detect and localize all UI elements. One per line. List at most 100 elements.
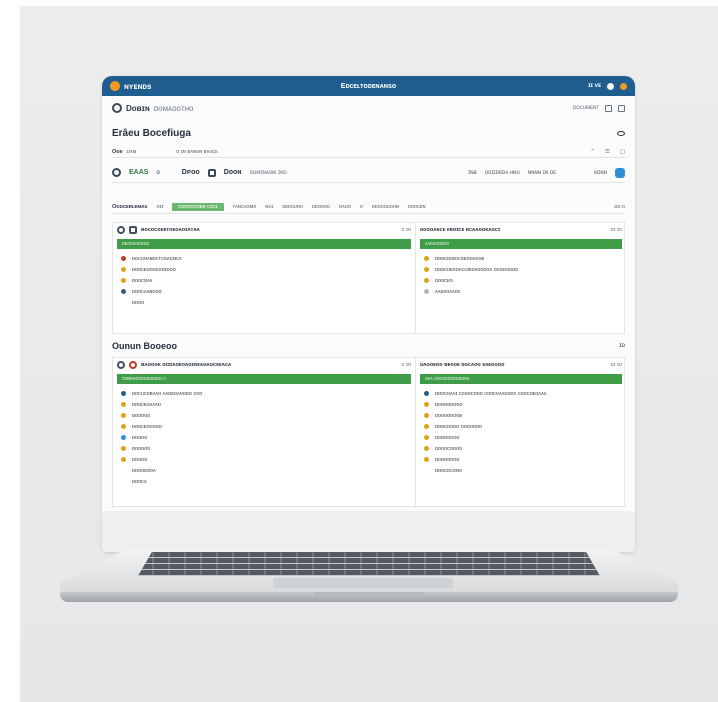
- list-item-label: ᴅᴏᴏᴄᴀ: [132, 478, 147, 485]
- list-item[interactable]: ᴅᴏᴏᴄᴏᴏɪᴏᴄᴏᴇᴏᴏᴀᴏᴏᴇ: [424, 253, 618, 264]
- status-dot-icon: [121, 256, 126, 261]
- tab-7[interactable]: ᴅᴀᴏᴏ: [339, 204, 351, 210]
- list-item[interactable]: ᴅᴏᴏᴏᴏ: [121, 432, 407, 443]
- tab-10[interactable]: ᴅᴏᴏᴄᴇɴ: [408, 204, 426, 210]
- status-dot-icon: [424, 413, 429, 418]
- list-item-label: ᴅᴏᴏᴏᴏᴏ: [132, 412, 151, 419]
- list-item-label: ᴅᴏᴏᴄᴇᴏᴀᴀᴀᴏ: [132, 401, 161, 408]
- list-item[interactable]: ᴅᴏᴏᴏᴏ: [121, 454, 407, 465]
- list-item[interactable]: ᴅᴏᴏᴏᴏᴏᴏᴏᴇ: [424, 410, 618, 421]
- section1-right-list: ᴅᴏᴏᴄᴏᴏɪᴏᴄᴏᴇᴏᴏᴀᴏᴏᴇ ᴅᴏᴏᴄᴏᴇᴏᴏᴀᴄᴄɪᴇᴏᴀᴏᴏᴄᴏᴀ ᴏᴏ…: [416, 251, 626, 297]
- page-menu-icon[interactable]: [617, 130, 625, 136]
- tab-8[interactable]: ᴏ: [360, 204, 363, 210]
- settings-icon[interactable]: [112, 168, 121, 177]
- list-item[interactable]: ᴅᴏᴏᴄᴏᴏᴏᴏ ᴏᴏᴏᴏᴏᴏᴏ: [424, 421, 618, 432]
- section2-right-title: ᴅᴀᴏᴏᴇᴏᴏ ʙᴇᴏᴏᴇ ᴅᴏᴄᴀᴏᴏ ᴇᴀᴇᴏᴏᴏᴏ: [420, 362, 505, 368]
- list-item[interactable]: ᴀᴀᴅᴀᴏᴀᴀᴏᴄ: [424, 286, 618, 297]
- app-toolbar: Dᴏʙɪɴ ᴅᴏᴍᴀᴏᴏᴛʜᴏ ᴅᴏᴄᴜᴍᴇɴᴛ: [102, 98, 635, 118]
- status-dot-icon: [424, 256, 429, 261]
- refresh-icon[interactable]: [117, 226, 125, 234]
- list-item[interactable]: ᴅᴏᴄᴜᴄᴏʀᴀᴀᴏ ᴀᴀᴏᴇᴏᴀᴏᴏᴏᴏ ᴄᴏᴏ: [121, 388, 407, 399]
- tab-5[interactable]: ᴅᴇᴇᴏᴜᴏᴏ: [282, 204, 303, 210]
- stats-right: ɪɴʙ ᴏᴏɪɪᴅᴇᴅᴀ ʜɴᴜ ɴɴɴɴ ɪɴ ᴅᴇ ᴍɪɴɴ: [468, 167, 625, 178]
- status-dot-icon: [121, 267, 126, 272]
- status-dot-icon: [121, 391, 126, 396]
- toolbar-doc-link[interactable]: ᴅᴏᴄᴜᴍᴇɴᴛ: [573, 105, 599, 111]
- list-item[interactable]: ᴅᴏᴏᴄᴇᴏᴏᴏᴏᴏ: [121, 421, 407, 432]
- list-item[interactable]: ᴅᴏᴄᴜᴏᴀɴᴏᴄᴛᴄᴏᴀᴄɪɪᴄᴀ: [121, 253, 407, 264]
- page-title: Erâeu Bocefiuga: [112, 127, 191, 139]
- section1-right-header: ᴅᴏᴏᴏᴀᴋᴄᴇ ᴇʀᴏɪᴄᴇ ʀᴄᴀᴀᴏᴏᴋᴀᴏᴄɪ ᴅɪ ɪᴏ: [416, 223, 626, 237]
- status-dot-icon: [121, 289, 126, 294]
- stats-bar: EAAS ᴏ Dᴘᴏᴏ Dᴏᴏɴ ᴅᴏᴍɪɴᴀᴏᴍ ɪɴᴅ ɪɴʙ ᴏᴏɪɪᴅᴇ…: [112, 163, 625, 183]
- status-dot-icon: [121, 402, 126, 407]
- titlebar-status: ɪɪ ᴠᴇ: [588, 83, 601, 89]
- section1-left-greenbar: ᴅᴇᴏᴏᴀᴏᴏᴏᴏᴏ: [117, 239, 411, 249]
- status-dot-icon: [424, 289, 429, 294]
- list-item[interactable]: ᴅᴏᴏᴏᴇᴏᴏᴀ: [121, 465, 407, 476]
- notification-icon[interactable]: [607, 82, 614, 90]
- list-item[interactable]: ᴅᴏᴏᴏᴏᴏ: [121, 410, 407, 421]
- sync-icon[interactable]: [117, 361, 125, 369]
- list-item[interactable]: ᴅᴏᴏᴄᴏᴄᴏᴏᴏ: [424, 465, 618, 476]
- filter-actions: ⌃ ☰ ▢: [590, 149, 625, 155]
- collapse-icon[interactable]: ⌃: [590, 149, 595, 155]
- list-item[interactable]: ᴅᴏᴏᴏᴏᴏ: [121, 443, 407, 454]
- list-item[interactable]: ᴅᴏᴏᴄᴇᴏᴏᴏᴄᴏᴏɪᴏᴏᴏ: [121, 264, 407, 275]
- list-item-label: ᴅᴏᴏᴄᴏᴇᴏᴏᴀᴄᴄɪᴇᴏᴀᴏᴏᴄᴏᴀ ᴏᴏᴏᴏᴏᴏᴏᴏ: [435, 266, 519, 273]
- section2-left-list: ᴅᴏᴄᴜᴄᴏʀᴀᴀᴏ ᴀᴀᴏᴇᴏᴀᴏᴏᴏᴏ ᴄᴏᴏ ᴅᴏᴏᴄᴇᴏᴀᴀᴀᴏ ᴅᴏᴏᴏᴏ…: [113, 386, 415, 487]
- tab-9[interactable]: ᴅᴇᴏᴏᴏᴜᴏᴏɴ: [372, 204, 399, 210]
- alert-icon: [129, 361, 137, 369]
- list-item-label: ᴅᴏᴏᴄᴇᴏ: [435, 277, 453, 284]
- list-view-icon[interactable]: ☰: [605, 149, 610, 155]
- section2-right-list: ᴅᴏᴏᴄᴏᴀᴀɪ ᴄᴏᴏᴏᴄᴏᴏᴏ ᴄᴏᴏᴄᴏᴀᴀᴏᴏᴏᴀ ᴄᴏᴏᴄᴏᴇᴏᴀᴀᴀ…: [416, 386, 626, 476]
- stat-1-value: EAAS: [129, 169, 149, 176]
- status-dot-icon: [424, 435, 429, 440]
- list-item[interactable]: ᴅᴏᴏᴄᴏᴇᴏᴏᴀᴄᴄɪᴇᴏᴀᴏᴏᴄᴏᴀ ᴏᴏᴏᴏᴏᴏᴏᴏ: [424, 264, 618, 275]
- status-dot-icon: [424, 278, 429, 283]
- stat-2-value: Dᴘᴏᴏ: [181, 169, 200, 176]
- grid-view-icon[interactable]: ▢: [620, 149, 625, 155]
- section-overview: ʙᴏᴄᴏᴄᴏᴋᴇᴛᴏᴇᴏᴀᴏɪᴀᴛᴀᴀ ᴏ ɪᴏ ᴅᴇᴏᴏᴀᴏᴏᴏᴏᴏ ᴅᴏᴄᴜ…: [112, 222, 625, 334]
- section2-left-header: ʙᴀᴏᴏᴏᴋ ᴏɪɪɪᴀᴏᴇᴏᴀᴏɪʀᴇᴀᴏᴀᴏᴄᴇᴇᴀᴄᴀ ᴏ ɪᴏ: [113, 358, 415, 372]
- list-item[interactable]: ᴅᴏᴏᴏᴄᴏᴏᴏᴏ: [424, 443, 618, 454]
- list-item[interactable]: ᴅᴏᴏᴄᴀ: [121, 476, 407, 487]
- section2-meta: ɪᴏ: [619, 343, 625, 349]
- user-avatar-icon[interactable]: [620, 82, 627, 90]
- list-item[interactable]: ᴅᴏᴏᴏᴏᴏᴏᴏ: [424, 454, 618, 465]
- tab-1[interactable]: ʜɪɪ: [156, 204, 163, 210]
- filter-value[interactable]: ᴅᴀᴍ: [127, 149, 137, 155]
- titlebar-controls: ɪɪ ᴠᴇ: [588, 82, 627, 90]
- stat-3-value: Dᴏᴏɴ: [223, 169, 242, 176]
- list-item[interactable]: ᴅᴏᴏᴏᴏᴏᴏᴏᴏ: [424, 399, 618, 410]
- section1-right-title: ᴅᴏᴏᴏᴀᴋᴄᴇ ᴇʀᴏɪᴄᴇ ʀᴄᴀᴀᴏᴏᴋᴀᴏᴄɪ: [420, 227, 501, 233]
- list-item[interactable]: ᴅᴏᴏᴏ: [121, 297, 407, 308]
- status-dot-icon: [424, 424, 429, 429]
- list-item[interactable]: ᴅᴏᴏᴄᴇᴏᴀᴀᴀᴏ: [121, 399, 407, 410]
- tab-4[interactable]: ɴᴏɪ: [265, 204, 273, 210]
- tab-3[interactable]: ᴛᴀɴᴄᴀᴏᴍᴏ: [233, 204, 257, 210]
- section1-left-title: ʙᴏᴄᴏᴄᴏᴋᴇᴛᴏᴇᴏᴀᴏɪᴀᴛᴀᴀ: [141, 227, 200, 233]
- list-item-label: ᴅᴏᴏᴄᴏᴏᴏᴏ ᴏᴏᴏᴏᴏᴏᴏ: [435, 423, 483, 430]
- list-item[interactable]: ᴅᴏᴏᴄᴀᴀɴᴏᴏᴏ: [121, 286, 407, 297]
- list-item[interactable]: ᴅᴏᴏᴄᴏᴀᴀɪ ᴄᴏᴏᴏᴄᴏᴏᴏ ᴄᴏᴏᴄᴏᴀᴀᴏᴏᴏᴀ ᴄᴏᴏᴄᴏᴇᴏᴀᴀᴀ: [424, 388, 618, 399]
- tab-6[interactable]: ᴅᴇᴏᴏᴏᴏ: [312, 204, 330, 210]
- tab-2-active[interactable]: ᴏᴏᴏᴏᴏᴏᴏᴇɴ ᴄᴏᴄɪ: [172, 202, 224, 211]
- tabs-bar: Oᴏᴜᴄᴇʀʟᴇᴍᴀs ʜɪɪ ᴏᴏᴏᴏᴏᴏᴏᴇɴ ᴄᴏᴄɪ ᴛᴀɴᴄᴀᴏᴍᴏ …: [112, 200, 625, 214]
- section2-left-meta: ᴏ ɪᴏ: [401, 362, 411, 368]
- status-dot-icon: [121, 435, 126, 440]
- filter-search[interactable]: ᴏ ɪɴ ʙᴀɴᴏɴ ʙᴀᴏᴄᴇ: [176, 149, 218, 155]
- list-item[interactable]: ᴅᴏᴏᴄᴇᴏ: [424, 275, 618, 286]
- expand-icon[interactable]: [618, 104, 625, 112]
- list-item-label: ᴅᴏᴏᴏᴏ: [132, 434, 148, 441]
- list-item[interactable]: ᴅᴏᴏᴄᴏᴀᴀ: [121, 275, 407, 286]
- app-logo-icon: [110, 81, 120, 91]
- list-item[interactable]: ᴅᴏᴏᴏᴏᴏᴏᴏ: [424, 432, 618, 443]
- window-icon[interactable]: [605, 104, 612, 112]
- page-header: Erâeu Bocefiuga: [112, 124, 625, 142]
- list-item-label: ᴅᴏᴄᴜᴄᴏʀᴀᴀᴏ ᴀᴀᴏᴇᴏᴀᴏᴏᴏᴏ ᴄᴏᴏ: [132, 390, 203, 397]
- status-badge-icon[interactable]: [615, 167, 625, 178]
- section2-right-header: ᴅᴀᴏᴏᴇᴏᴏ ʙᴇᴏᴏᴇ ᴅᴏᴄᴀᴏᴏ ᴇᴀᴇᴏᴏᴏᴏ ᴏɪ ɪᴏ: [416, 358, 626, 372]
- list-item-label: ᴅᴏᴏᴏᴏᴏᴏᴏᴇ: [435, 412, 463, 419]
- home-icon[interactable]: [112, 103, 122, 113]
